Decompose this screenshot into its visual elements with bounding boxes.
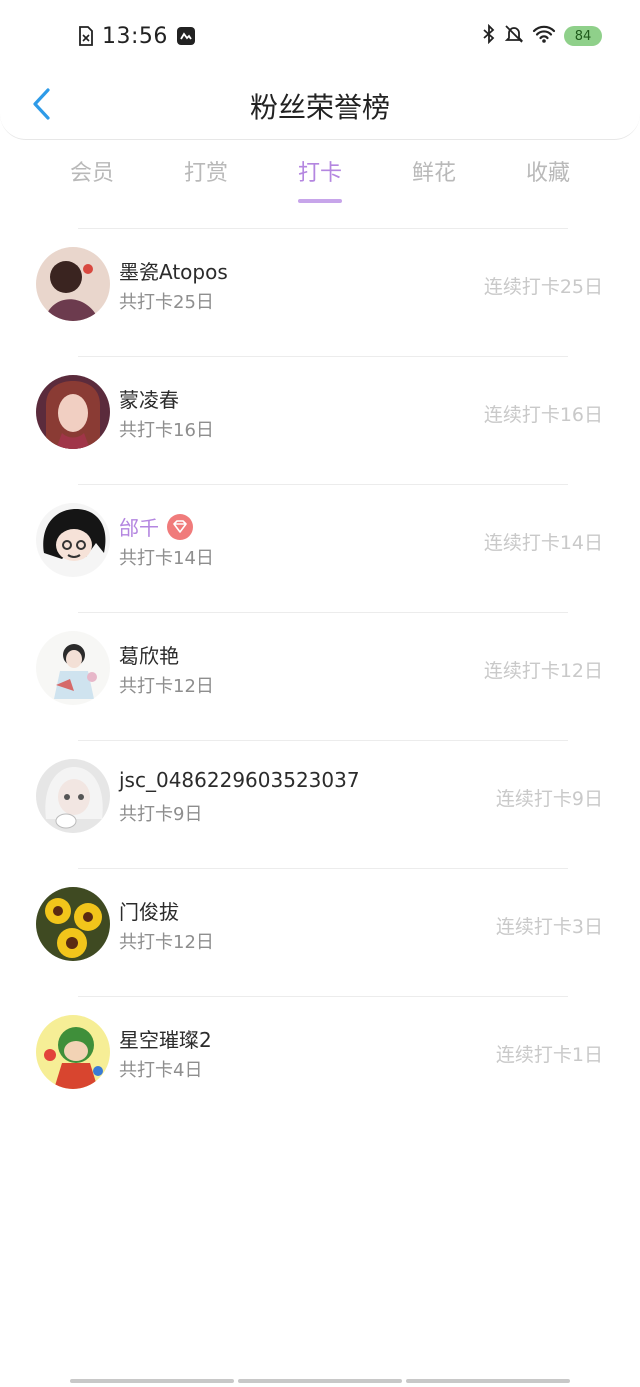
status-time: 13:56 xyxy=(102,23,168,49)
fan-name: jsc_0486229603523037 xyxy=(119,768,360,792)
fan-name: 葛欣艳 xyxy=(119,644,179,668)
status-bar: 13:56 84 xyxy=(0,0,640,70)
streak-checkins: 连续打卡25日 xyxy=(483,276,603,298)
streak-checkins: 连续打卡3日 xyxy=(495,916,603,938)
list-item[interactable]: 蒙凌春 共打卡16日 连续打卡16日 xyxy=(0,356,640,484)
page-title: 粉丝荣誉榜 xyxy=(249,91,390,124)
active-tab-indicator xyxy=(298,199,342,203)
list-item[interactable]: 星空璀璨2 共打卡4日 连续打卡1日 xyxy=(0,996,640,1124)
fan-name: 墨瓷Atopos xyxy=(119,260,228,284)
list-item[interactable]: 门俊拔 共打卡12日 连续打卡3日 xyxy=(0,868,640,996)
wifi-icon xyxy=(532,24,556,48)
tab-label: 打赏 xyxy=(183,161,228,186)
tab-label: 收藏 xyxy=(525,161,570,186)
indicator-segment xyxy=(238,1379,402,1383)
streak-checkins: 连续打卡16日 xyxy=(483,404,603,426)
mute-bell-icon xyxy=(504,24,524,48)
home-indicator xyxy=(70,1379,570,1383)
total-checkins: 共打卡25日 xyxy=(119,292,214,313)
diamond-badge-icon xyxy=(167,513,193,540)
tab-checkin[interactable]: 打卡 xyxy=(263,155,377,210)
indicator-segment xyxy=(70,1379,234,1383)
tab-label: 会员 xyxy=(69,161,114,186)
list-item[interactable]: 邰千 共打卡14日 连续打卡14日 xyxy=(0,484,640,612)
sim-off-icon xyxy=(78,26,94,46)
tab-bar: 会员 打赏 打卡 鲜花 收藏 xyxy=(35,155,605,210)
avatar[interactable] xyxy=(36,887,110,961)
status-left: 13:56 xyxy=(78,22,196,50)
total-checkins: 共打卡4日 xyxy=(119,1060,203,1081)
tab-member[interactable]: 会员 xyxy=(35,155,149,210)
tab-label: 鲜花 xyxy=(411,161,456,186)
fan-list: 墨瓷Atopos 共打卡25日 连续打卡25日 蒙凌春 共打卡16日 连续打卡1… xyxy=(0,228,640,1124)
bluetooth-icon xyxy=(482,23,496,48)
tab-reward[interactable]: 打赏 xyxy=(149,155,263,210)
status-right: 84 xyxy=(482,22,602,50)
avatar[interactable] xyxy=(36,375,110,449)
avatar[interactable] xyxy=(36,503,110,577)
battery-icon: 84 xyxy=(564,26,602,46)
streak-checkins: 连续打卡14日 xyxy=(483,532,603,554)
total-checkins: 共打卡12日 xyxy=(119,932,214,953)
total-checkins: 共打卡9日 xyxy=(119,804,203,825)
fan-name: 门俊拔 xyxy=(119,900,179,924)
streak-checkins: 连续打卡1日 xyxy=(495,1044,603,1066)
avatar[interactable] xyxy=(36,759,110,833)
tab-flowers[interactable]: 鲜花 xyxy=(377,155,491,210)
streak-checkins: 连续打卡9日 xyxy=(495,788,603,810)
avatar[interactable] xyxy=(36,247,110,321)
app-notification-icon xyxy=(176,26,196,46)
avatar[interactable] xyxy=(36,631,110,705)
total-checkins: 共打卡16日 xyxy=(119,420,214,441)
avatar[interactable] xyxy=(36,1015,110,1089)
total-checkins: 共打卡14日 xyxy=(119,548,214,569)
page-header: 粉丝荣誉榜 xyxy=(0,70,640,140)
tab-label: 打卡 xyxy=(297,161,342,186)
list-item[interactable]: 墨瓷Atopos 共打卡25日 连续打卡25日 xyxy=(0,228,640,356)
total-checkins: 共打卡12日 xyxy=(119,676,214,697)
tab-favorites[interactable]: 收藏 xyxy=(491,155,605,210)
fan-name: 星空璀璨2 xyxy=(119,1028,212,1052)
list-item[interactable]: 葛欣艳 共打卡12日 连续打卡12日 xyxy=(0,612,640,740)
list-item[interactable]: jsc_0486229603523037 共打卡9日 连续打卡9日 xyxy=(0,740,640,868)
fan-name: 邰千 xyxy=(119,516,159,540)
indicator-segment xyxy=(406,1379,570,1383)
fan-name: 蒙凌春 xyxy=(119,388,179,412)
streak-checkins: 连续打卡12日 xyxy=(483,660,603,682)
